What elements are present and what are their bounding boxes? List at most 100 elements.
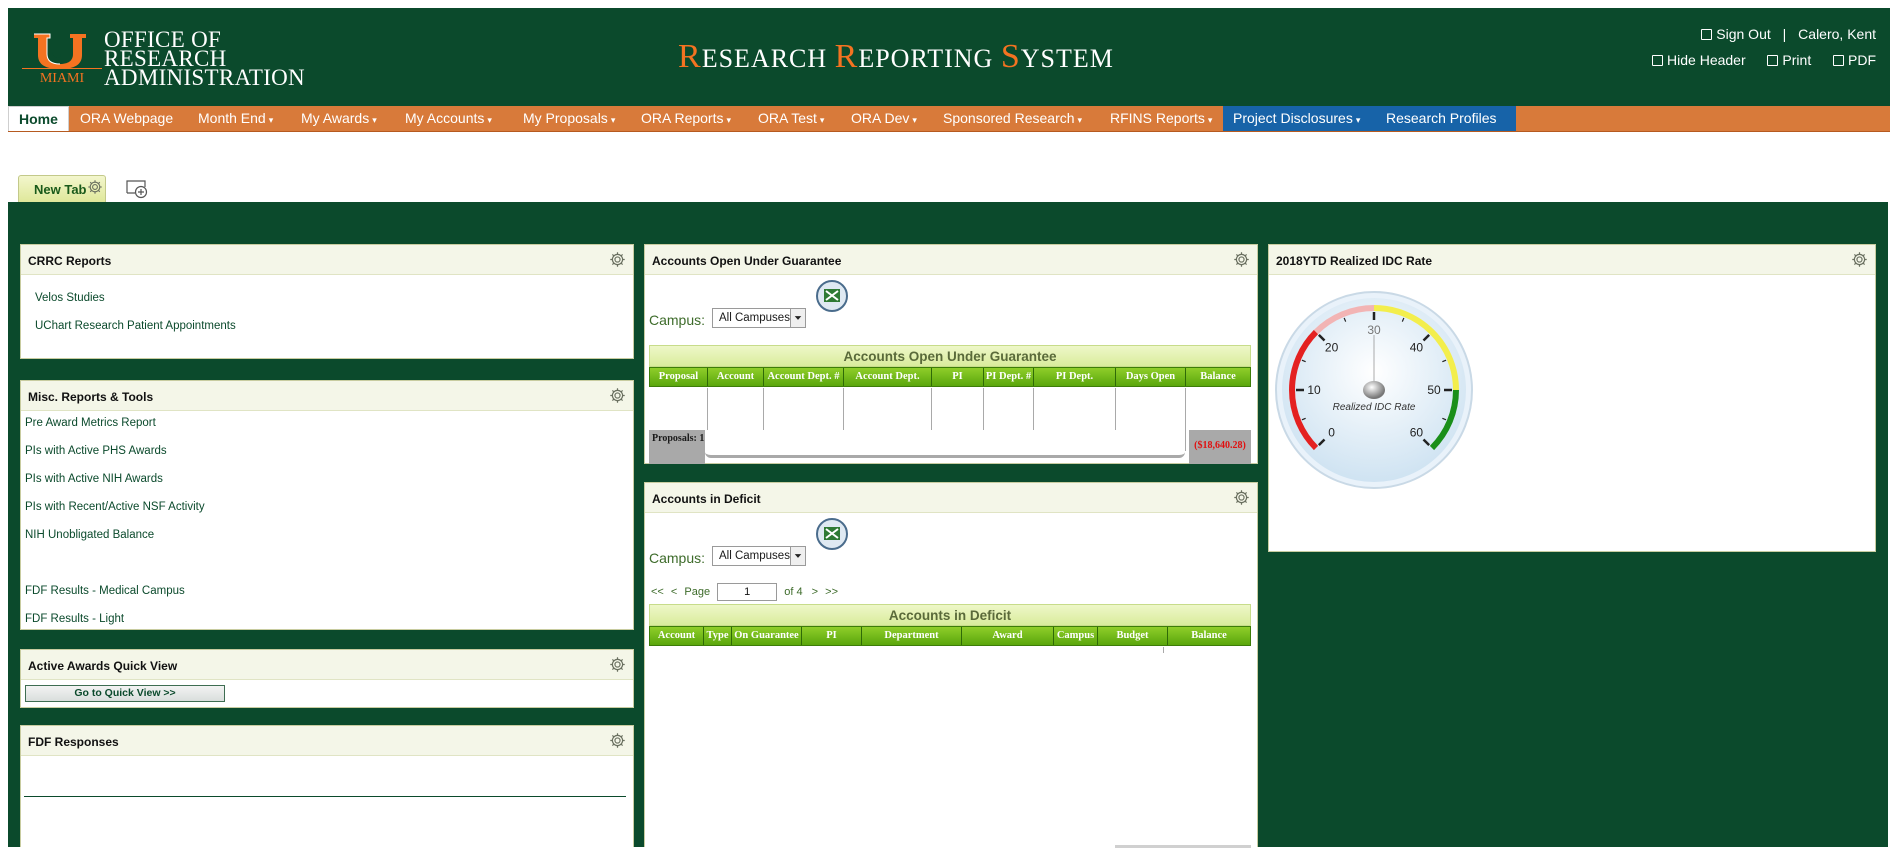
panel-title: Accounts Open Under Guarantee xyxy=(652,254,842,268)
office-title-line: ADMINISTRATION xyxy=(104,65,305,90)
gear-icon[interactable] xyxy=(609,656,626,673)
misc-reports-panel: Misc. Reports & Tools Pre Award Metrics … xyxy=(20,380,634,630)
tab-label: New Tab xyxy=(34,182,87,197)
nav-project-disclosures[interactable]: Project Disclosures ▾ xyxy=(1223,106,1370,131)
gear-icon[interactable] xyxy=(87,179,103,195)
campus-label: Campus: xyxy=(649,550,706,566)
link-pis-phs-awards[interactable]: PIs with Active PHS Awards xyxy=(25,445,167,457)
link-velos-studies[interactable]: Velos Studies xyxy=(35,292,105,304)
user-bar: Sign Out | Calero, Kent xyxy=(1701,26,1876,42)
nav-label: ORA Reports xyxy=(641,110,724,126)
campus-select-value: All Campuses xyxy=(719,550,790,562)
caret-down-icon: ▾ xyxy=(1077,115,1083,125)
nav-rfins-reports[interactable]: RFINS Reports ▾ xyxy=(1100,106,1222,131)
last-page-button[interactable]: >> xyxy=(825,586,838,598)
link-uchart-appointments[interactable]: UChart Research Patient Appointments xyxy=(35,320,236,332)
caret-down-icon: ▾ xyxy=(912,115,917,125)
nav-label: Project Disclosures xyxy=(1233,110,1353,126)
crrc-reports-panel: CRRC Reports Velos Studies UChart Resear… xyxy=(20,244,634,359)
excel-export-icon[interactable] xyxy=(815,517,849,551)
nav-label: RFINS Reports xyxy=(1110,110,1205,126)
panel-header: Misc. Reports & Tools xyxy=(21,381,633,411)
column-header[interactable]: Account xyxy=(708,368,764,386)
logo-text: MIAMI xyxy=(39,71,85,86)
column-header[interactable]: PI xyxy=(932,368,984,386)
nav-ora-test[interactable]: ORA Test ▾ xyxy=(748,106,834,131)
column-header[interactable]: Account xyxy=(650,627,704,645)
column-header[interactable]: PI xyxy=(802,627,862,645)
campus-select[interactable]: All Campuses xyxy=(712,308,806,328)
nav-home[interactable]: Home xyxy=(8,106,69,131)
column-header[interactable]: Type xyxy=(704,627,732,645)
column-header[interactable]: Account Dept. xyxy=(844,368,932,386)
caret-down-icon: ▾ xyxy=(819,115,825,125)
column-header[interactable]: Award xyxy=(962,627,1054,645)
panel-header: Accounts in Deficit xyxy=(645,483,1257,513)
guarantee-panel: Accounts Open Under Guarantee Campus: Al… xyxy=(644,244,1258,464)
nav-my-proposals[interactable]: My Proposals ▾ xyxy=(513,106,625,131)
nav-ora-dev[interactable]: ORA Dev ▾ xyxy=(841,106,927,131)
link-pis-nih-awards[interactable]: PIs with Active NIH Awards xyxy=(25,473,163,485)
caret-down-icon: ▾ xyxy=(1355,115,1361,125)
caret-down-icon: ▾ xyxy=(610,115,616,125)
sign-out-link[interactable]: Sign Out xyxy=(1701,26,1771,42)
nav-research-profiles[interactable]: Research Profiles xyxy=(1370,106,1516,131)
column-header[interactable]: PI Dept. # xyxy=(984,368,1034,386)
chevron-down-icon xyxy=(790,309,805,327)
page-number-input[interactable]: 1 xyxy=(717,583,778,601)
tab-new-tab[interactable]: New Tab xyxy=(18,175,106,202)
campus-select[interactable]: All Campuses xyxy=(712,546,806,566)
logo-rule xyxy=(22,68,102,69)
go-to-quick-view-button[interactable]: Go to Quick View >> xyxy=(25,685,225,702)
title-word: EPORTING xyxy=(858,44,1001,73)
gear-icon[interactable] xyxy=(609,251,626,268)
gear-icon[interactable] xyxy=(1233,251,1250,268)
nav-my-awards[interactable]: My Awards ▾ xyxy=(291,106,387,131)
next-page-button[interactable]: > xyxy=(812,586,818,598)
gauge-tick-label: 20 xyxy=(1325,341,1339,355)
column-header[interactable]: Budget xyxy=(1098,627,1168,645)
nav-my-accounts[interactable]: My Accounts ▾ xyxy=(395,106,502,131)
sign-out-label: Sign Out xyxy=(1716,26,1771,42)
gear-icon[interactable] xyxy=(609,387,626,404)
column-header[interactable]: PI Dept. xyxy=(1034,368,1116,386)
column-header[interactable]: Balance xyxy=(1168,627,1250,645)
panel-header: Active Awards Quick View xyxy=(21,650,633,680)
print-link[interactable]: Print xyxy=(1767,52,1811,68)
panel-header: Accounts Open Under Guarantee xyxy=(645,245,1257,275)
gear-icon[interactable] xyxy=(1851,251,1868,268)
gear-icon[interactable] xyxy=(609,732,626,749)
column-header[interactable]: Days Open xyxy=(1116,368,1186,386)
nav-ora-webpage[interactable]: ORA Webpage xyxy=(70,106,183,131)
office-title: OFFICE OF RESEARCH ADMINISTRATION xyxy=(104,28,305,90)
first-page-button[interactable]: << xyxy=(651,586,664,598)
link-fdf-light[interactable]: FDF Results - Light xyxy=(25,613,124,625)
link-nih-unobligated[interactable]: NIH Unobligated Balance xyxy=(25,529,154,541)
link-pre-award-metrics[interactable]: Pre Award Metrics Report xyxy=(25,417,156,429)
pdf-link[interactable]: PDF xyxy=(1833,52,1876,68)
prev-page-button[interactable]: < xyxy=(671,586,677,598)
column-header[interactable]: Balance xyxy=(1186,368,1250,386)
table-header-row: Proposal Account Account Dept. # Account… xyxy=(649,367,1251,387)
column-header[interactable]: On Guarantee xyxy=(732,627,802,645)
column-header[interactable]: Account Dept. # xyxy=(764,368,844,386)
proposal-count: Proposals: 1 xyxy=(652,433,705,444)
nav-label: My Accounts xyxy=(405,110,485,126)
nav-label: ORA Test xyxy=(758,110,817,126)
u-logo-icon xyxy=(34,33,86,69)
nav-ora-reports[interactable]: ORA Reports ▾ xyxy=(631,106,741,131)
link-pis-nsf-activity[interactable]: PIs with Recent/Active NSF Activity xyxy=(25,501,205,513)
hide-header-link[interactable]: Hide Header xyxy=(1652,52,1746,68)
separator: | xyxy=(1782,26,1787,42)
nav-month-end[interactable]: Month End ▾ xyxy=(188,106,283,131)
column-header[interactable]: Department xyxy=(862,627,962,645)
excel-export-icon[interactable] xyxy=(815,279,849,313)
link-fdf-medical[interactable]: FDF Results - Medical Campus xyxy=(25,585,185,597)
table-caption: Accounts in Deficit xyxy=(649,604,1251,626)
gear-icon[interactable] xyxy=(1233,489,1250,506)
column-header[interactable]: Campus xyxy=(1054,627,1098,645)
caret-down-icon: ▾ xyxy=(487,115,492,125)
add-tab-icon[interactable] xyxy=(125,177,149,199)
nav-sponsored-research[interactable]: Sponsored Research ▾ xyxy=(933,106,1092,131)
column-header[interactable]: Proposal xyxy=(650,368,708,386)
